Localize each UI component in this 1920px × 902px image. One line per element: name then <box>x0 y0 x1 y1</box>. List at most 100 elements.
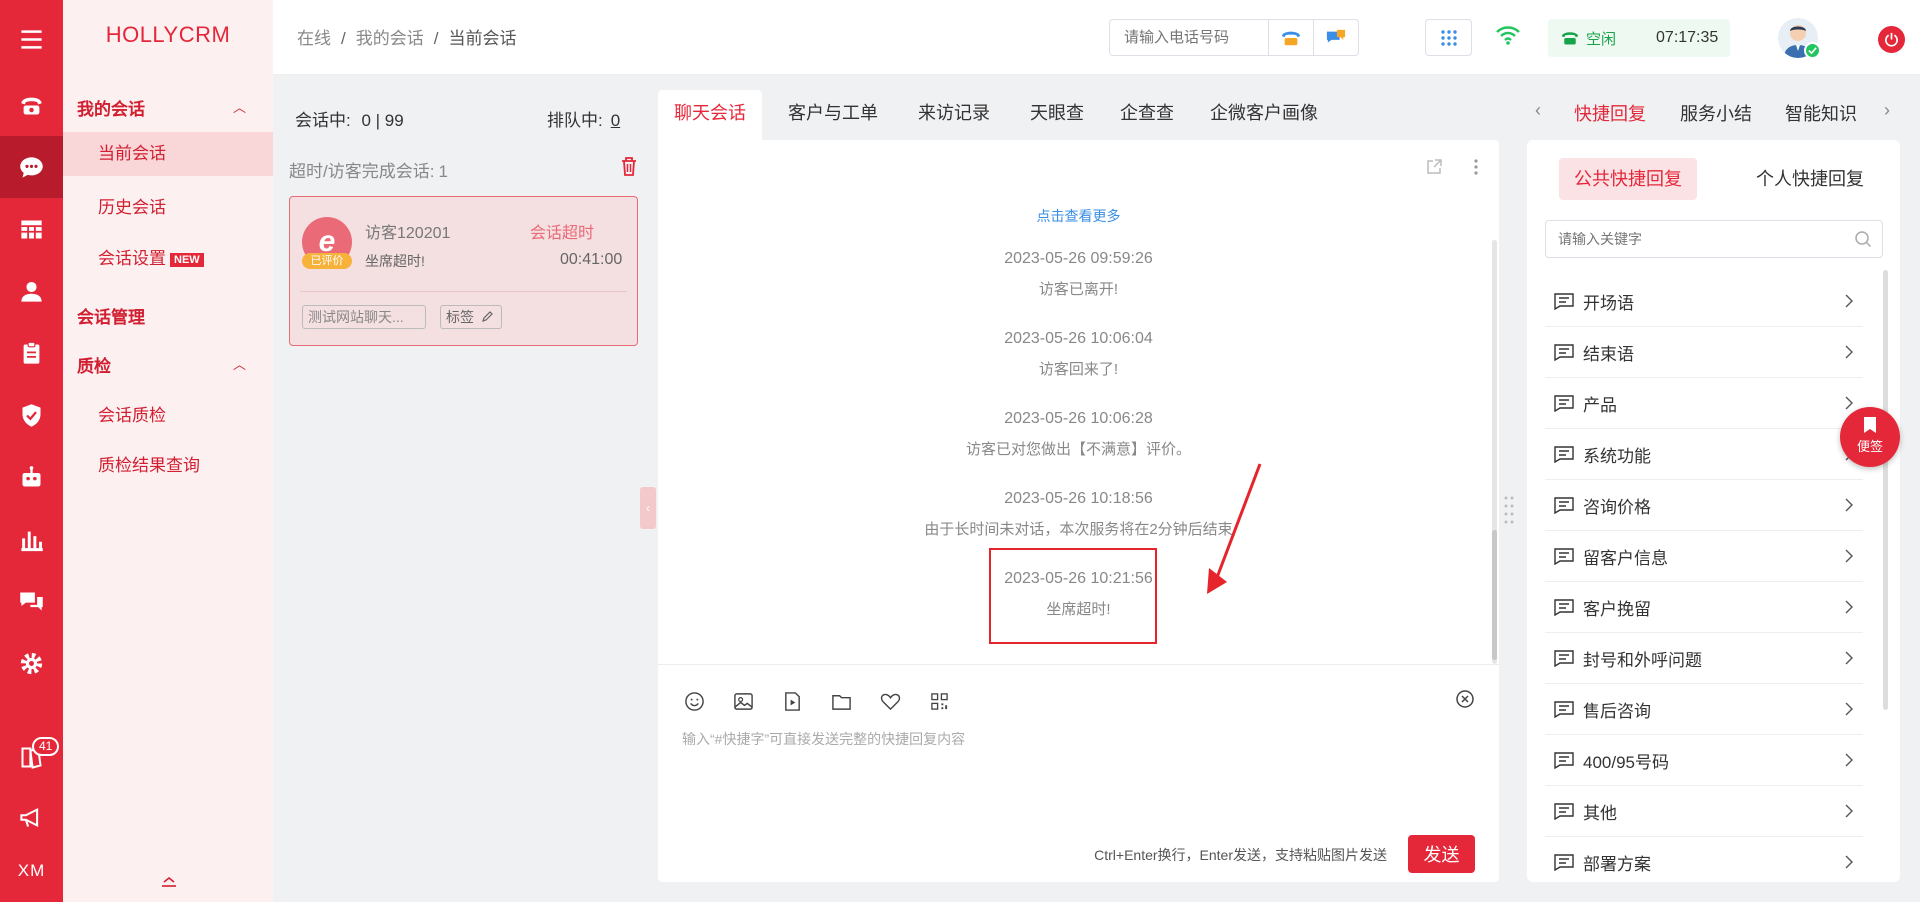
messages-icon[interactable] <box>0 570 63 632</box>
sms-button[interactable] <box>1313 20 1358 55</box>
chevron-right-icon <box>1845 345 1853 359</box>
robot-icon[interactable] <box>0 446 63 508</box>
quick-reply-item[interactable]: 系统功能 <box>1545 429 1863 480</box>
qrcode-icon[interactable] <box>927 689 951 713</box>
message-lines-icon <box>1554 497 1574 514</box>
quick-reply-item[interactable]: 售后咨询 <box>1545 684 1863 735</box>
breadcrumb-my-sessions[interactable]: 我的会话 <box>356 29 424 48</box>
chevron-right-icon <box>1845 702 1853 716</box>
breadcrumb-online[interactable]: 在线 <box>297 29 331 48</box>
chevron-left-icon[interactable]: ‹ <box>1535 100 1541 121</box>
timeout-sessions: 超时/访客完成会话: 1 <box>289 162 448 181</box>
chevron-up-icon: ︿ <box>233 100 247 115</box>
quick-reply-item[interactable]: 留客户信息 <box>1545 531 1863 582</box>
emoji-icon[interactable] <box>682 689 706 713</box>
quick-reply-scrollbar[interactable] <box>1883 270 1888 710</box>
search-icon[interactable] <box>1854 230 1872 248</box>
logout-button[interactable] <box>1878 26 1905 53</box>
clipboard-icon[interactable] <box>0 322 63 384</box>
nav-group-qc[interactable]: 质检 ︿ <box>77 352 246 377</box>
transfer-icon[interactable] <box>1425 158 1443 176</box>
settings-gear-icon[interactable] <box>0 632 63 694</box>
message-input[interactable] <box>682 729 1472 819</box>
public-quick-reply-tab[interactable]: 公共快捷回复 <box>1559 158 1697 200</box>
tab-service-summary[interactable]: 服务小结 <box>1680 100 1752 126</box>
folder-icon[interactable] <box>829 689 853 713</box>
chevron-right-icon <box>1845 753 1853 767</box>
load-more-link[interactable]: 点击查看更多 <box>658 206 1499 226</box>
trash-icon[interactable] <box>620 156 638 176</box>
nav-item-session-qc[interactable]: 会话质检 <box>63 394 273 438</box>
power-icon <box>1885 32 1898 47</box>
quick-reply-item[interactable]: 其他 <box>1545 786 1863 837</box>
quick-reply-item[interactable]: 结束语 <box>1545 327 1863 378</box>
phone-input[interactable] <box>1110 20 1268 55</box>
agent-status[interactable]: 空闲 07:17:35 <box>1548 19 1730 57</box>
quick-reply-item[interactable]: 咨询价格 <box>1545 480 1863 531</box>
session-card[interactable]: e 已评价 访客120201 会话超时 坐席超时! 00:41:00 测试网站聊… <box>289 196 638 346</box>
queue-count: 排队中: 0 <box>547 111 621 130</box>
tab-smart-knowledge[interactable]: 智能知识 <box>1785 100 1857 126</box>
dial-button[interactable] <box>1268 20 1313 55</box>
chevron-right-icon[interactable]: › <box>1884 100 1890 121</box>
nav-item-session-settings[interactable]: 会话设置 NEW <box>63 237 273 281</box>
tab-visit-records[interactable]: 来访记录 <box>902 90 1006 140</box>
nav-group-session-manage[interactable]: 会话管理 <box>77 303 145 328</box>
tab-chat[interactable]: 聊天会话 <box>658 90 762 140</box>
nav-item-qc-result[interactable]: 质检结果查询 <box>63 444 273 488</box>
online-check-icon <box>1804 42 1821 59</box>
quick-reply-item[interactable]: 客户挽留 <box>1545 582 1863 633</box>
drag-handle-icon[interactable] <box>1504 495 1514 525</box>
nav-item-current-session[interactable]: 当前会话 <box>63 132 273 176</box>
user-initials[interactable]: XM <box>0 840 63 902</box>
menu-toggle-icon[interactable] <box>0 8 63 70</box>
tab-qichacha[interactable]: 企查查 <box>1104 90 1190 140</box>
tab-tianyancha[interactable]: 天眼查 <box>1014 90 1100 140</box>
tab-wecom-profile[interactable]: 企微客户画像 <box>1194 90 1334 140</box>
nav-group-my-sessions[interactable]: 我的会话 ︿ <box>77 95 246 120</box>
queue-value[interactable]: 0 <box>611 111 620 130</box>
quick-reply-label: 售后咨询 <box>1583 701 1651 721</box>
quick-reply-item[interactable]: 部署方案 <box>1545 837 1863 882</box>
tab-customer-ticket[interactable]: 客户与工单 <box>772 90 894 140</box>
active-sessions: 会话中: 0 | 99 <box>295 111 404 130</box>
megaphone-icon[interactable] <box>0 786 63 848</box>
chevron-up-icon: ︿ <box>233 357 247 372</box>
shield-icon[interactable] <box>0 384 63 446</box>
wifi-icon <box>1496 26 1520 45</box>
heart-icon[interactable] <box>878 689 902 713</box>
apps-grid-button[interactable] <box>1425 19 1472 56</box>
quick-reply-item[interactable]: 封号和外呼问题 <box>1545 633 1863 684</box>
message-lines-icon <box>1554 752 1574 769</box>
more-vertical-icon[interactable] <box>1473 158 1479 176</box>
quick-reply-label: 咨询价格 <box>1583 497 1651 517</box>
chevron-right-icon <box>1845 651 1853 665</box>
quick-reply-item[interactable]: 产品 <box>1545 378 1863 429</box>
chevron-right-icon <box>1845 294 1853 308</box>
sticky-note-button[interactable]: 便签 <box>1840 407 1900 467</box>
chevron-right-icon <box>1845 600 1853 614</box>
message-lines-icon <box>1554 344 1574 361</box>
quick-reply-label: 部署方案 <box>1583 854 1651 874</box>
personal-quick-reply-tab[interactable]: 个人快捷回复 <box>1741 158 1879 200</box>
bar-chart-icon[interactable] <box>0 508 63 570</box>
video-icon[interactable] <box>780 689 804 713</box>
nav-item-history-session[interactable]: 历史会话 <box>63 186 273 230</box>
collapse-list-toggle[interactable]: ‹ <box>640 487 656 529</box>
table-icon[interactable] <box>0 198 63 260</box>
tag-button[interactable]: 标签 <box>440 305 502 329</box>
quick-reply-item[interactable]: 开场语 <box>1545 276 1863 327</box>
tab-quick-reply[interactable]: 快捷回复 <box>1574 100 1646 126</box>
send-button[interactable]: 发送 <box>1408 835 1475 873</box>
quick-reply-label: 其他 <box>1583 803 1617 823</box>
keyword-input[interactable] <box>1546 221 1836 257</box>
image-icon[interactable] <box>731 689 755 713</box>
chat-scrollbar[interactable] <box>1492 240 1497 664</box>
chat-icon[interactable] <box>0 136 63 198</box>
close-session-icon[interactable] <box>1455 689 1475 709</box>
quick-reply-item[interactable]: 400/95号码 <box>1545 735 1863 786</box>
book-icon[interactable] <box>0 726 63 788</box>
user-icon[interactable] <box>0 260 63 322</box>
collapse-icon[interactable] <box>161 876 177 888</box>
phone-icon[interactable] <box>0 74 63 136</box>
